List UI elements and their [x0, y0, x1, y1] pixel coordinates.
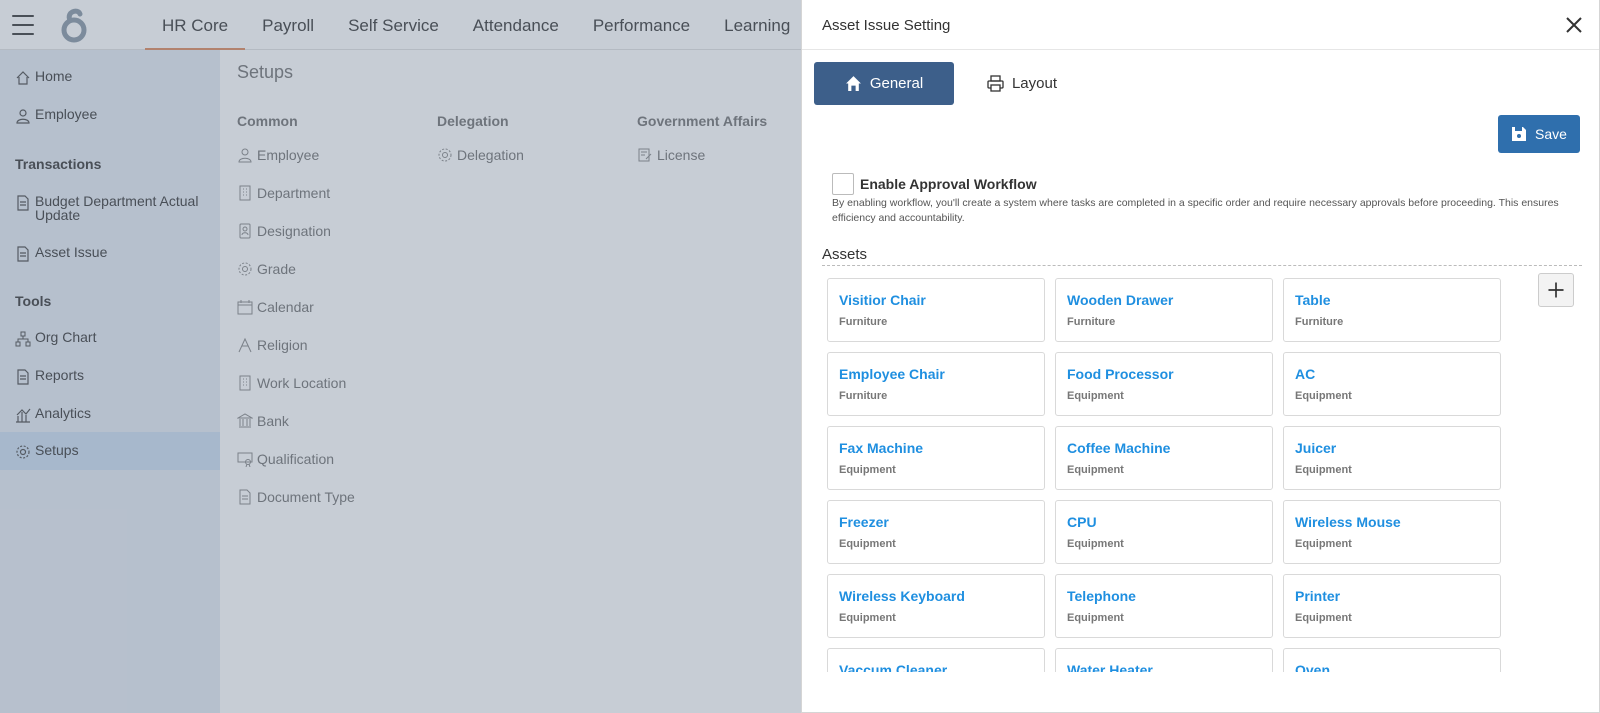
asset-name: Wireless Mouse — [1295, 514, 1401, 530]
asset-category: Equipment — [1295, 390, 1352, 402]
tab-label: Layout — [1011, 75, 1058, 92]
enable-approval-workflow-label: Enable Approval Workflow — [860, 176, 1037, 192]
asset-name: CPU — [1067, 514, 1097, 530]
asset-name: Wireless Keyboard — [839, 588, 965, 604]
asset-name: Freezer — [839, 514, 889, 530]
asset-name: Food Processor — [1067, 366, 1174, 382]
add-asset-button[interactable] — [1538, 273, 1574, 307]
asset-name: AC — [1295, 366, 1316, 382]
asset-category: Equipment — [1295, 612, 1352, 624]
tab-general[interactable]: General — [814, 62, 954, 105]
asset-card[interactable]: Wooden Drawer Furniture — [1055, 278, 1273, 342]
asset-card[interactable]: Telephone Equipment — [1055, 574, 1273, 638]
asset-category: Furniture — [1295, 316, 1344, 328]
asset-name: Coffee Machine — [1067, 440, 1171, 456]
asset-card[interactable]: Coffee Machine Equipment — [1055, 426, 1273, 490]
assets-section-title: Assets — [822, 246, 868, 263]
save-icon — [1512, 127, 1527, 141]
asset-card[interactable]: Food Processor Equipment — [1055, 352, 1273, 416]
modal-backdrop[interactable] — [0, 0, 801, 713]
asset-category: Furniture — [839, 316, 888, 328]
asset-card[interactable]: Fax Machine Equipment — [827, 426, 1045, 490]
printer-icon — [987, 75, 1004, 92]
asset-name: Employee Chair — [839, 366, 945, 382]
asset-category: Equipment — [839, 538, 896, 550]
asset-card[interactable]: Printer Equipment — [1283, 574, 1501, 638]
asset-category: Equipment — [1067, 538, 1124, 550]
workflow-description: By enabling workflow, you'll create a sy… — [832, 197, 1559, 224]
tab-layout[interactable]: Layout — [977, 62, 1067, 105]
asset-name: Telephone — [1067, 588, 1136, 604]
asset-name: Fax Machine — [839, 440, 924, 456]
asset-card[interactable]: Freezer Equipment — [827, 500, 1045, 564]
asset-card-list: Visitior Chair Furniture Wooden Drawer Furn… — [822, 276, 1522, 672]
asset-name: Printer — [1295, 588, 1341, 604]
asset-category: Furniture — [1067, 316, 1116, 328]
asset-issue-setting-panel: Asset Issue Setting General Layout Save … — [801, 0, 1600, 713]
asset-card[interactable]: Visitior Chair Furniture — [827, 278, 1045, 342]
asset-name: Water Heater — [1067, 662, 1153, 672]
home-icon — [845, 76, 861, 91]
tab-label: General — [869, 75, 924, 92]
asset-category: Equipment — [1067, 612, 1124, 624]
panel-header: Asset Issue Setting — [802, 0, 1599, 50]
asset-card[interactable]: AC Equipment — [1283, 352, 1501, 416]
save-button[interactable]: Save — [1498, 115, 1580, 153]
asset-name: Visitior Chair — [839, 292, 926, 308]
asset-card[interactable]: Table Furniture — [1283, 278, 1501, 342]
asset-category: Furniture — [839, 390, 888, 402]
asset-name: Wooden Drawer — [1067, 292, 1174, 308]
asset-card[interactable]: Oven — [1283, 648, 1501, 672]
asset-category: Equipment — [1067, 464, 1124, 476]
asset-card[interactable]: Wireless Mouse Equipment — [1283, 500, 1501, 564]
asset-category: Equipment — [1295, 538, 1352, 550]
asset-name: Oven — [1295, 662, 1331, 672]
asset-card[interactable]: CPU Equipment — [1055, 500, 1273, 564]
assets-grid[interactable]: Visitior Chair Furniture Wooden Drawer Furn… — [822, 276, 1522, 672]
asset-name: Vaccum Cleaner — [839, 662, 948, 672]
save-label: Save — [1535, 126, 1567, 142]
assets-divider — [822, 265, 1582, 266]
asset-card[interactable]: Employee Chair Furniture — [827, 352, 1045, 416]
asset-category: Equipment — [839, 612, 896, 624]
panel-title: Asset Issue Setting — [822, 17, 951, 34]
asset-category: Equipment — [1295, 464, 1352, 476]
asset-name: Table — [1295, 292, 1331, 308]
asset-category: Equipment — [839, 464, 896, 476]
asset-name: Juicer — [1295, 440, 1337, 456]
asset-category: Equipment — [1067, 390, 1124, 402]
close-icon[interactable] — [1563, 14, 1585, 36]
asset-card[interactable]: Wireless Keyboard Equipment — [827, 574, 1045, 638]
asset-card[interactable]: Vaccum Cleaner — [827, 648, 1045, 672]
asset-card[interactable]: Juicer Equipment — [1283, 426, 1501, 490]
enable-approval-workflow-checkbox[interactable] — [832, 173, 854, 195]
asset-card[interactable]: Water Heater — [1055, 648, 1273, 672]
